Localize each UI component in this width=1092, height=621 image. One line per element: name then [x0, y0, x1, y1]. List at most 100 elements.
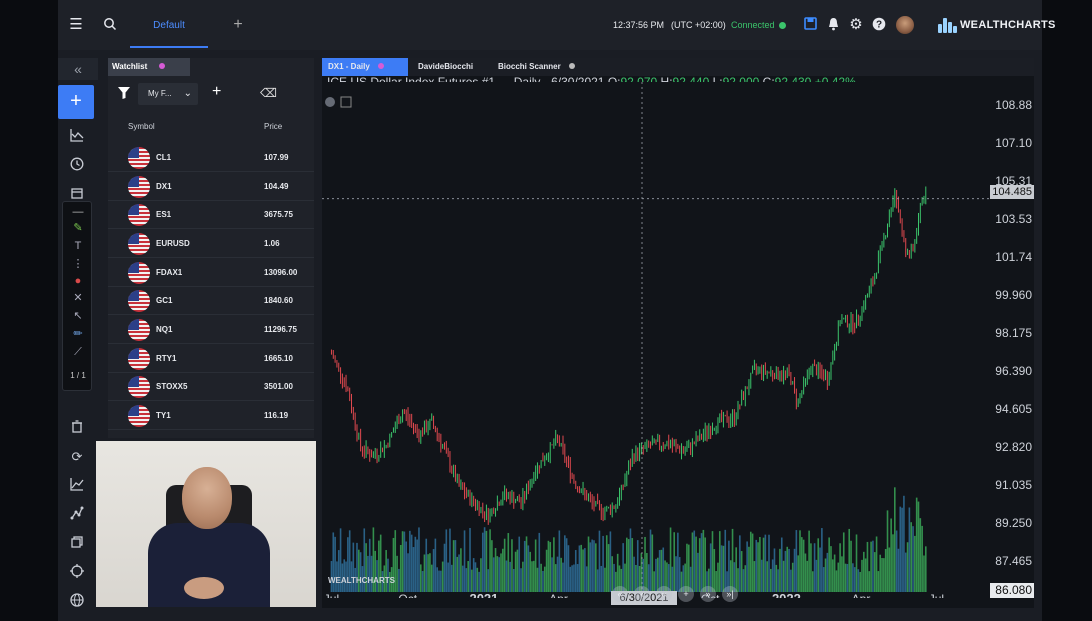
- avatar[interactable]: [896, 16, 914, 34]
- tab-default[interactable]: Default: [130, 0, 208, 50]
- search-icon[interactable]: [102, 17, 118, 33]
- volume-bar: [502, 548, 504, 592]
- price-chart[interactable]: 108.88107.10105.31103.53101.7499.96098.1…: [322, 82, 1034, 598]
- volume-bar: [735, 547, 737, 592]
- app-window: ☰ Default + 12:37:56 PM (UTC +02:00) Con…: [58, 0, 1055, 621]
- volume-bar: [700, 533, 703, 592]
- refresh-icon[interactable]: ⟳: [68, 448, 86, 466]
- volume-bar: [649, 529, 652, 592]
- add-symbol-button[interactable]: +: [212, 83, 221, 101]
- target-icon[interactable]: [68, 564, 86, 582]
- volume-bar: [427, 554, 429, 592]
- row-price: 3675.75: [264, 210, 293, 219]
- bell-icon[interactable]: [825, 17, 841, 33]
- volume-bar: [724, 529, 727, 592]
- volume-bar: [374, 550, 377, 592]
- volume-bar: [687, 544, 690, 592]
- volume-bar: [584, 548, 586, 592]
- table-row[interactable]: NQ1 11296.75: [108, 316, 314, 344]
- watchlist-tab[interactable]: Watchlist: [108, 58, 190, 76]
- save-icon[interactable]: [802, 17, 818, 33]
- table-row[interactable]: STOXX5 3501.00: [108, 373, 314, 401]
- row-price: 107.99: [264, 153, 289, 162]
- table-row[interactable]: RTY1 1665.10: [108, 345, 314, 373]
- chart-icon[interactable]: [68, 477, 86, 495]
- brush-icon[interactable]: ⟋: [71, 346, 85, 358]
- volume-bar: [717, 562, 719, 592]
- help-icon[interactable]: ?: [871, 17, 887, 33]
- volume-bar: [813, 543, 816, 592]
- volume-bar: [853, 567, 856, 592]
- volume-bar: [759, 537, 761, 592]
- volume-bar: [832, 559, 834, 592]
- volume-bar: [655, 558, 657, 592]
- volume-bar: [429, 553, 431, 592]
- chart-settings-icon[interactable]: [325, 97, 335, 107]
- cursor-icon[interactable]: ↖: [71, 310, 85, 322]
- volume-bar: [855, 534, 858, 592]
- clock-icon[interactable]: [68, 157, 86, 175]
- connected-dot-icon: [778, 22, 786, 29]
- collapse-button[interactable]: «: [58, 58, 98, 80]
- menu-icon[interactable]: ☰: [68, 17, 84, 33]
- webcam-overlay: [96, 441, 316, 607]
- fib-icon[interactable]: ✕: [71, 292, 85, 304]
- line-chart-icon[interactable]: [68, 128, 86, 146]
- copy-icon[interactable]: [68, 535, 86, 553]
- scroll-left-button[interactable]: ‹: [634, 586, 650, 602]
- volume-bar: [821, 528, 823, 592]
- volume-bar: [419, 564, 422, 592]
- logo-mark-icon: [938, 17, 957, 33]
- row-symbol: DX1: [156, 182, 172, 191]
- add-button[interactable]: +: [58, 85, 94, 119]
- scroll-start-button[interactable]: «: [612, 586, 628, 602]
- scroll-right-button[interactable]: »: [700, 586, 716, 602]
- table-row[interactable]: ES1 3675.75: [108, 201, 314, 229]
- table-row[interactable]: DX1 104.49: [108, 173, 314, 201]
- minimize-icon[interactable]: —: [71, 206, 85, 218]
- dotted-line-icon[interactable]: ⋮: [71, 258, 85, 270]
- zoom-in-button[interactable]: +: [678, 586, 694, 602]
- gear-icon[interactable]: ⚙: [848, 17, 864, 33]
- shapes-icon[interactable]: ●: [71, 275, 85, 287]
- volume-bar: [500, 553, 502, 592]
- volume-bar: [815, 559, 818, 592]
- zoom-out-button[interactable]: ‹‹: [656, 586, 672, 602]
- volume-bar: [471, 569, 473, 592]
- plus-icon[interactable]: +: [230, 17, 246, 33]
- filter-icon[interactable]: [118, 87, 130, 102]
- volume-bar: [461, 565, 464, 592]
- table-row[interactable]: TY1 116.19: [108, 402, 314, 430]
- eraser-icon[interactable]: ⌫: [260, 86, 277, 100]
- table-row[interactable]: EURUSD 1.06: [108, 230, 314, 258]
- volume-bar: [531, 561, 533, 592]
- volume-bar: [671, 566, 674, 592]
- volume-bar: [693, 530, 696, 592]
- chart-tab-davidebiocchi[interactable]: DavideBiocchi: [412, 58, 490, 76]
- row-price: 1.06: [264, 239, 280, 248]
- watchlist-tab-label: Watchlist: [112, 62, 148, 71]
- column-header-symbol[interactable]: Symbol: [128, 122, 155, 131]
- globe-icon[interactable]: [68, 593, 86, 611]
- volume-bar: [753, 561, 756, 592]
- chart-tab-dx1[interactable]: DX1 - Daily: [322, 58, 408, 76]
- trash-icon[interactable]: [68, 420, 86, 438]
- table-row[interactable]: GC1 1840.60: [108, 287, 314, 315]
- text-tool-icon[interactable]: T: [71, 240, 85, 252]
- us-flag-icon: [128, 262, 150, 284]
- nodes-icon[interactable]: [68, 506, 86, 524]
- list-selector[interactable]: My F... ⌄: [138, 83, 198, 105]
- scroll-end-button[interactable]: »|: [722, 586, 738, 602]
- chart-tab-scanner[interactable]: Biocchi Scanner: [492, 58, 576, 76]
- table-row[interactable]: CL1 107.99: [108, 144, 314, 172]
- row-price: 1840.60: [264, 296, 293, 305]
- volume-bar: [607, 544, 610, 592]
- column-header-price[interactable]: Price: [264, 122, 282, 131]
- table-row[interactable]: FDAX1 13096.00: [108, 259, 314, 287]
- volume-bar: [569, 566, 572, 592]
- pencil-icon[interactable]: ✎: [71, 222, 85, 234]
- x-tick-label: Apr: [852, 592, 871, 598]
- ruler-icon[interactable]: ✏: [71, 328, 85, 340]
- volume-bar: [686, 543, 688, 592]
- volume-bar: [715, 571, 717, 592]
